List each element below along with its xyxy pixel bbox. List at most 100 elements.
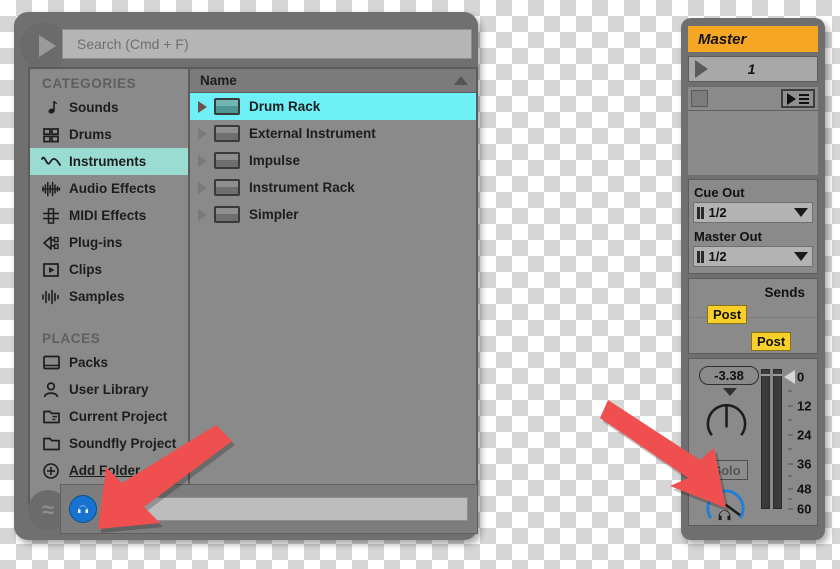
sidebar-item-label: Packs (69, 355, 109, 370)
meter-tick (788, 463, 793, 465)
chevron-down-icon[interactable] (794, 252, 808, 261)
table-row[interactable]: Simpler (190, 201, 476, 228)
sidebar-item-audio-effects[interactable]: Audio Effects (30, 175, 188, 202)
places-item-current-project[interactable]: Current Project (30, 403, 188, 430)
master-track-title[interactable]: Master (688, 26, 818, 52)
device-thumbnail-icon (214, 179, 240, 196)
volume-value[interactable]: -3.38 (699, 366, 759, 385)
solo-button[interactable]: Solo (705, 460, 748, 480)
project-file-icon (40, 407, 62, 427)
preview-progress-bar[interactable] (103, 497, 468, 521)
meter-clip-right (773, 374, 782, 376)
search-input[interactable] (62, 29, 472, 59)
send-b-post-badge[interactable]: Post (751, 332, 792, 351)
scene-number: 1 (747, 61, 756, 77)
sidebar-item-sounds[interactable]: Sounds (30, 94, 188, 121)
sidebar-item-drums[interactable]: Drums (30, 121, 188, 148)
meter-tick-minor (788, 390, 792, 392)
chevron-right-icon[interactable] (198, 154, 207, 167)
sidebar-item-clips[interactable]: Clips (30, 256, 188, 283)
play-triangle-icon[interactable] (20, 22, 68, 70)
play-list-icon[interactable] (781, 89, 815, 108)
sidebar-item-label: Instruments (69, 154, 147, 169)
sidebar-item-label: Plug-ins (69, 235, 123, 250)
meter-clip-left (761, 374, 770, 376)
chevron-down-icon[interactable] (794, 208, 808, 217)
play-glyph (787, 92, 796, 105)
sidebar-item-label: User Library (69, 382, 149, 397)
device-name-label: Impulse (249, 153, 301, 168)
cue-out-select[interactable]: 1/2 (693, 202, 813, 223)
device-thumbnail-icon (214, 206, 240, 223)
preview-strip (60, 484, 478, 534)
plug-icon (40, 233, 62, 253)
send-a-post-badge[interactable]: Post (707, 305, 748, 324)
sidebar-item-label: Clips (69, 262, 103, 277)
master-out-select[interactable]: 1/2 (693, 246, 813, 267)
meter-tick (788, 434, 793, 436)
sidebar-item-midi-effects[interactable]: MIDI Effects (30, 202, 188, 229)
chevron-right-icon[interactable] (198, 100, 207, 113)
zero-db-marker-icon (784, 370, 795, 384)
device-name-label: Simpler (249, 207, 299, 222)
master-device-row (688, 87, 818, 111)
master-scene-row[interactable]: 1 (688, 56, 818, 82)
plus-circle-icon (40, 461, 62, 481)
sidebar-item-label: Drums (69, 127, 112, 142)
file-rows: Drum Rack External Instrument Impulse Instr… (190, 93, 476, 228)
sends-section: Sends Post Post (688, 278, 818, 354)
places-header: PLACES (42, 331, 101, 346)
meter-scale-label: 36 (797, 456, 812, 472)
list-column-header-label: Name (200, 73, 237, 88)
master-track-panel: Master 1 Cue Out 1/2 Master Out 1/2 Send… (681, 18, 825, 540)
device-name-label: External Instrument (249, 126, 376, 141)
sidebar-item-samples[interactable]: Samples (30, 283, 188, 310)
cue-out-label: Cue Out (694, 185, 745, 200)
sidebar-item-instruments[interactable]: Instruments (30, 148, 188, 175)
browser-footer: ≈ (14, 482, 478, 540)
list-column-header[interactable]: Name (190, 69, 476, 93)
play-triangle-glyph (38, 35, 56, 57)
meter-scale-label: 12 (797, 398, 812, 414)
device-thumbnail-icon (214, 98, 240, 115)
meter-scale-label: 24 (797, 427, 812, 443)
audio-port-icon (697, 250, 704, 263)
chevron-right-icon[interactable] (198, 181, 207, 194)
sort-ascending-icon[interactable] (454, 76, 468, 85)
pan-knob[interactable] (703, 398, 750, 445)
cue-volume-knob[interactable] (703, 483, 748, 528)
person-icon (40, 380, 62, 400)
meter-scale-label: 0 (797, 369, 805, 385)
device-thumbnail-icon (214, 125, 240, 142)
sidebar-item-label: MIDI Effects (69, 208, 147, 223)
scene-play-icon[interactable] (695, 60, 708, 78)
headphone-preview-icon[interactable] (69, 495, 97, 523)
table-row[interactable]: Instrument Rack (190, 174, 476, 201)
device-slot-icon[interactable] (691, 90, 708, 107)
level-meter: 0 12 24 36 48 60 (761, 365, 815, 523)
master-out-value: 1/2 (708, 249, 727, 264)
midi-filter-icon (40, 206, 62, 226)
device-name-label: Drum Rack (249, 99, 321, 114)
chevron-right-icon[interactable] (198, 208, 207, 221)
waveform-curve-icon (40, 152, 62, 172)
fader-section: -3.38 Solo 0 12 24 36 48 60 (688, 358, 818, 526)
meter-tick (788, 405, 793, 407)
categories-header: CATEGORIES (42, 76, 137, 91)
places-item-add-folder[interactable]: Add Folder... (30, 457, 188, 484)
chevron-right-icon[interactable] (198, 127, 207, 140)
table-row[interactable]: External Instrument (190, 120, 476, 147)
places-item-soundfly-project[interactable]: Soundfly Project (30, 430, 188, 457)
meter-bar-left (761, 369, 770, 509)
places-item-packs[interactable]: Packs (30, 349, 188, 376)
meter-tick-minor (788, 448, 792, 450)
places-item-user-library[interactable]: User Library (30, 376, 188, 403)
sidebar-item-label: Audio Effects (69, 181, 157, 196)
grid-squares-icon (40, 125, 62, 145)
meter-tick-minor (788, 419, 792, 421)
sidebar-item-plug-ins[interactable]: Plug-ins (30, 229, 188, 256)
audio-wave-icon (40, 179, 62, 199)
table-row[interactable]: Drum Rack (190, 93, 476, 120)
table-row[interactable]: Impulse (190, 147, 476, 174)
cue-out-value: 1/2 (708, 205, 727, 220)
